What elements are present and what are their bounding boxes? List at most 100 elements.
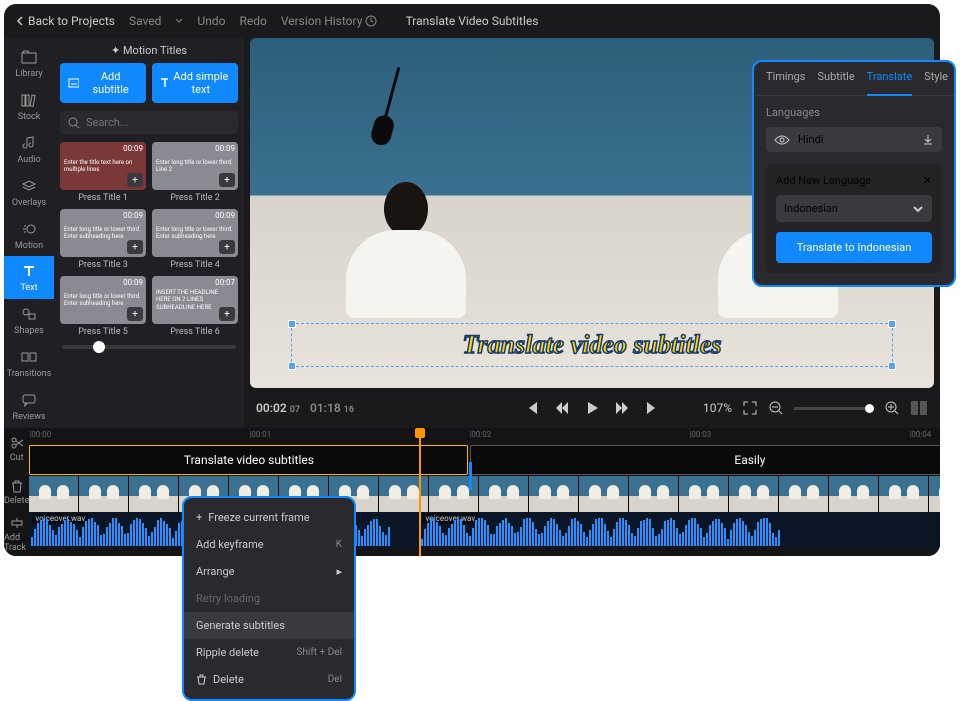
close-icon[interactable]: ✕: [923, 174, 932, 187]
fullscreen-icon[interactable]: [742, 400, 758, 416]
subtitle-clip[interactable]: Easily: [470, 445, 940, 475]
tab-subtitle[interactable]: Subtitle: [818, 70, 855, 89]
thumbnail-size-slider[interactable]: [54, 337, 244, 357]
delete-button[interactable]: Delete: [4, 471, 29, 514]
topbar: Back to Projects Saved Undo Redo Version…: [4, 4, 940, 38]
tab-translate[interactable]: Translate: [867, 70, 913, 96]
sidebar-item-motion[interactable]: Motion: [4, 214, 54, 257]
sidebar-item-transitions[interactable]: Transitions: [4, 342, 54, 385]
timeline: Cut Delete Add Track |00:00|00:01|00:02|…: [4, 428, 940, 556]
subtitle-icon: [68, 77, 79, 89]
video-track[interactable]: [29, 476, 940, 512]
sidebar-item-overlays[interactable]: Overlays: [4, 171, 54, 214]
history-icon: [365, 15, 377, 27]
search-icon: [68, 117, 80, 129]
music-note-icon: [21, 136, 37, 150]
tab-style[interactable]: Style: [924, 70, 948, 89]
shapes-icon: [21, 307, 37, 321]
skip-start-icon[interactable]: [524, 400, 540, 416]
language-select[interactable]: Indonesian: [776, 195, 932, 222]
preset-item[interactable]: 00:09Enter long title or lower third. En…: [152, 209, 238, 270]
add-simple-text-button[interactable]: Add simple text: [152, 63, 238, 103]
playback-controls: 00:02 07 01:18 16 107%: [244, 388, 940, 428]
sidebar-item-text[interactable]: Text: [4, 256, 54, 299]
preset-item[interactable]: 00:09Enter long title or lower third. En…: [60, 209, 146, 270]
transitions-icon: [21, 350, 37, 364]
text-panel: ✦ Motion Titles Add subtitle Add simple …: [54, 38, 244, 428]
compare-icon[interactable]: [910, 400, 928, 416]
preset-item[interactable]: 00:07INSERT THE HEADLINE HERE ON 2 LINES…: [152, 276, 238, 337]
add-preset-icon[interactable]: +: [219, 240, 235, 254]
current-time: 00:02 07: [256, 401, 300, 415]
playhead[interactable]: [419, 428, 421, 556]
project-title: Translate Video Subtitles: [406, 14, 539, 28]
tool-sidebar: Library Stock Audio Overlays Motion Text…: [4, 38, 54, 428]
chevron-left-icon: [16, 16, 24, 26]
add-subtitle-button[interactable]: Add subtitle: [60, 63, 146, 103]
context-ripple-delete[interactable]: Ripple deleteShift + Del: [184, 639, 354, 666]
version-history-button[interactable]: Version History: [281, 14, 378, 28]
eye-icon[interactable]: [774, 134, 790, 146]
subtitle-track[interactable]: Translate video subtitlesEasily: [29, 444, 940, 476]
zoom-slider[interactable]: [794, 407, 874, 410]
sidebar-item-library[interactable]: Library: [4, 42, 54, 85]
reviews-icon: [21, 393, 37, 407]
trash-icon: [10, 479, 24, 493]
sidebar-item-reviews[interactable]: Reviews: [4, 385, 54, 428]
trash-icon: [196, 674, 207, 685]
add-language-box: Add New Language ✕ Indonesian Translate …: [766, 164, 942, 273]
context-arrange[interactable]: Arrange▸: [184, 558, 354, 585]
add-preset-icon[interactable]: +: [127, 307, 143, 321]
add-preset-icon[interactable]: +: [127, 240, 143, 254]
context-generate-subtitles[interactable]: Generate subtitles: [184, 612, 354, 639]
search-input[interactable]: [86, 116, 230, 129]
preset-item[interactable]: 00:09Enter the title text here on multip…: [60, 142, 146, 203]
panel-title: ✦ Motion Titles: [54, 38, 244, 63]
text-icon: [21, 264, 37, 278]
language-row[interactable]: Hindi: [766, 127, 942, 152]
rewind-icon[interactable]: [554, 400, 570, 416]
timeline-tracks[interactable]: |00:00|00:01|00:02|00:03|00:04 Translate…: [29, 428, 940, 556]
sidebar-item-shapes[interactable]: Shapes: [4, 299, 54, 342]
back-to-projects[interactable]: Back to Projects: [16, 14, 115, 28]
total-time: 01:18 16: [310, 401, 354, 415]
zoom-out-icon[interactable]: [768, 400, 784, 416]
add-preset-icon[interactable]: +: [219, 307, 235, 321]
translate-button[interactable]: Translate to Indonesian: [776, 232, 932, 263]
subtitle-overlay[interactable]: Translate video subtitles: [462, 330, 721, 360]
scissors-icon: [10, 436, 24, 450]
sidebar-item-stock[interactable]: Stock: [4, 85, 54, 128]
timeline-ruler[interactable]: |00:00|00:01|00:02|00:03|00:04: [29, 428, 940, 444]
save-status: Saved: [129, 14, 161, 28]
add-preset-icon[interactable]: +: [127, 173, 143, 187]
sidebar-item-audio[interactable]: Audio: [4, 128, 54, 171]
add-track-button[interactable]: Add Track: [4, 513, 29, 556]
languages-heading: Languages: [766, 106, 942, 119]
context-freeze-current-frame[interactable]: +Freeze current frame: [184, 504, 354, 531]
chevron-down-icon: [912, 205, 924, 213]
tab-timings[interactable]: Timings: [766, 70, 806, 89]
download-icon[interactable]: [922, 134, 934, 146]
inspector-panel: TimingsSubtitleTranslateStyle Languages …: [752, 60, 956, 287]
zoom-percent[interactable]: 107%: [703, 401, 732, 415]
undo-button[interactable]: Undo: [197, 14, 225, 28]
preset-item[interactable]: 00:09Enter long title or lower third. En…: [60, 276, 146, 337]
zoom-in-icon[interactable]: [884, 400, 900, 416]
subtitle-clip[interactable]: Translate video subtitles: [29, 445, 468, 475]
audio-track[interactable]: voiceover.wav voiceover.wav: [29, 512, 940, 548]
back-label: Back to Projects: [28, 14, 115, 28]
cut-button[interactable]: Cut: [4, 428, 29, 471]
context-delete[interactable]: DeleteDel: [184, 666, 354, 693]
search-input-row[interactable]: [60, 111, 238, 134]
forward-icon[interactable]: [614, 400, 630, 416]
folder-icon: [21, 50, 37, 64]
chevron-down-icon[interactable]: [175, 18, 183, 24]
context-add-keyframe[interactable]: Add keyframeK: [184, 531, 354, 558]
play-icon[interactable]: [584, 400, 600, 416]
inspector-tabs: Timings Subtitle Translate Style: [754, 70, 954, 96]
skip-end-icon[interactable]: [644, 400, 660, 416]
context-menu: +Freeze current frameAdd keyframeKArrang…: [182, 496, 356, 701]
redo-button[interactable]: Redo: [239, 14, 266, 28]
add-preset-icon[interactable]: +: [219, 173, 235, 187]
preset-item[interactable]: 00:09Enter long title or lower third. Li…: [152, 142, 238, 203]
